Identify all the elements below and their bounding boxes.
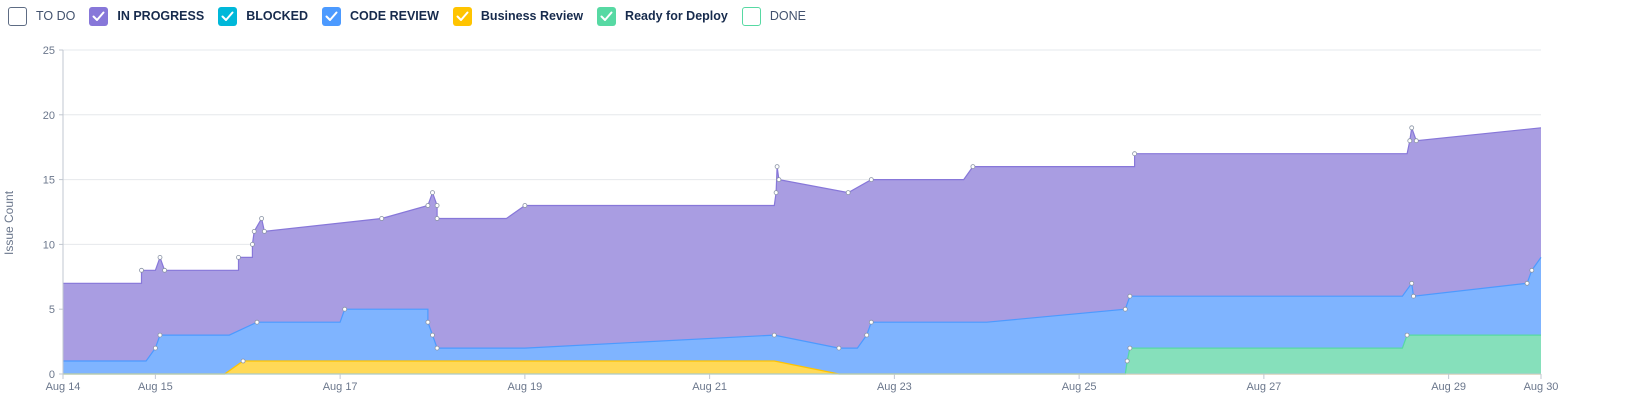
chart-areas xyxy=(63,127,1542,375)
data-point xyxy=(1132,151,1137,157)
data-point xyxy=(434,203,440,208)
checkbox-checked-icon[interactable] xyxy=(89,6,109,26)
x-tick-label: Aug 30 xyxy=(1524,381,1559,393)
data-point xyxy=(162,267,168,273)
checkbox-checked-icon[interactable] xyxy=(597,6,617,26)
data-point xyxy=(522,203,528,208)
data-point xyxy=(1122,306,1128,312)
data-point xyxy=(1127,345,1133,351)
legend-label: CODE REVIEW xyxy=(350,9,439,23)
cumulative-flow-chart: 0 5 10 15 20 25 Aug 14 Aug 15 Aug 17 Aug 19 Aug 21… xyxy=(43,45,1559,393)
legend-label: DONE xyxy=(769,9,806,23)
data-point xyxy=(845,190,851,196)
legend-label: Business Review xyxy=(480,9,584,23)
data-point xyxy=(434,216,440,221)
legend-item-in-progress[interactable]: IN PROGRESS xyxy=(89,6,205,26)
legend-item-code-review[interactable]: CODE REVIEW xyxy=(322,6,439,26)
data-point xyxy=(1127,293,1133,299)
legend-label: TO DO xyxy=(36,9,76,23)
data-point xyxy=(240,358,246,364)
y-tick-label: 5 xyxy=(49,304,55,316)
data-point xyxy=(1413,138,1419,144)
data-point xyxy=(771,332,777,338)
x-tick-label: Aug 29 xyxy=(1431,381,1466,393)
data-point xyxy=(1409,280,1415,286)
y-tick-label: 25 xyxy=(43,45,55,57)
legend-item-business-review[interactable]: Business Review xyxy=(452,6,584,26)
x-tick-label: Aug 19 xyxy=(507,381,542,393)
checkbox-checked-icon[interactable] xyxy=(322,6,341,26)
data-point xyxy=(249,241,255,247)
data-point xyxy=(776,177,782,183)
data-point xyxy=(430,190,435,196)
legend-item-to-do[interactable]: TO DO xyxy=(8,6,76,26)
data-point xyxy=(864,332,870,338)
y-tick-label: 10 xyxy=(43,239,55,251)
y-axis-label: Issue Count xyxy=(2,190,16,255)
data-point xyxy=(379,216,385,221)
data-point xyxy=(425,203,431,208)
x-tick-label: Aug 25 xyxy=(1062,381,1097,393)
checkbox-checked-icon[interactable] xyxy=(452,6,472,26)
data-point xyxy=(254,319,260,325)
x-tick-label: Aug 14 xyxy=(46,381,81,393)
legend-label: BLOCKED xyxy=(246,9,308,23)
data-point xyxy=(868,319,874,325)
chart-legend: TO DO IN PROGRESS BLOCKED CODE REVIEW Busine… xyxy=(8,6,820,26)
data-point xyxy=(157,254,163,260)
data-point xyxy=(1407,138,1413,144)
legend-label: IN PROGRESS xyxy=(117,9,205,23)
x-tick-label: Aug 27 xyxy=(1246,381,1281,393)
data-point xyxy=(1524,280,1530,286)
x-tick-label: Aug 21 xyxy=(692,381,727,393)
data-point xyxy=(157,332,163,338)
data-point xyxy=(1411,293,1416,299)
data-point xyxy=(430,332,435,338)
data-point xyxy=(1409,125,1415,131)
checkbox-unchecked-icon[interactable] xyxy=(741,6,761,26)
x-tick-label: Aug 23 xyxy=(877,381,912,393)
y-tick-label: 15 xyxy=(43,175,55,187)
x-tick-label: Aug 15 xyxy=(138,381,173,393)
data-point xyxy=(836,345,842,351)
data-point xyxy=(236,254,241,260)
x-tick-label: Aug 17 xyxy=(323,381,358,393)
data-point xyxy=(773,190,779,196)
checkbox-unchecked-icon[interactable] xyxy=(8,6,27,26)
data-point xyxy=(251,228,257,234)
checkbox-checked-icon[interactable] xyxy=(218,6,238,26)
data-point xyxy=(425,319,431,325)
y-tick-label: 20 xyxy=(43,110,55,122)
data-point xyxy=(342,306,348,312)
legend-item-ready-for-deploy[interactable]: Ready for Deploy xyxy=(597,6,728,26)
data-point xyxy=(259,216,265,221)
data-point xyxy=(1529,267,1535,273)
legend-item-blocked[interactable]: BLOCKED xyxy=(218,6,308,26)
data-point xyxy=(868,177,874,183)
data-point xyxy=(970,164,976,170)
data-point xyxy=(774,164,780,170)
data-point xyxy=(139,267,144,273)
legend-item-done[interactable]: DONE xyxy=(741,6,806,26)
data-point xyxy=(152,345,158,351)
legend-label: Ready for Deploy xyxy=(625,9,728,23)
data-point xyxy=(434,345,440,351)
data-point xyxy=(261,228,267,234)
data-point xyxy=(1124,358,1130,364)
data-point xyxy=(1404,332,1410,338)
y-tick-label: 0 xyxy=(49,369,55,381)
